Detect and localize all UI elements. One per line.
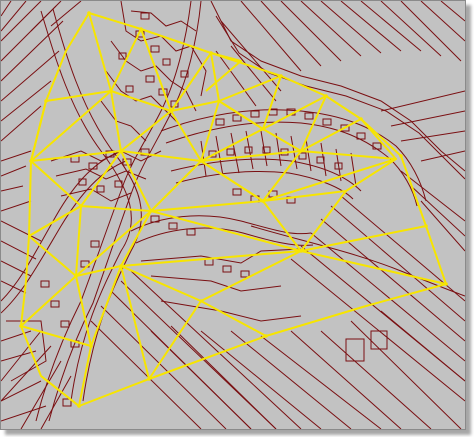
triangulation-network bbox=[20, 12, 447, 407]
map-panel[interactable] bbox=[0, 0, 466, 430]
cadastral-map[interactable] bbox=[1, 1, 465, 429]
parcel-lines bbox=[1, 1, 465, 429]
map-window bbox=[0, 0, 474, 437]
